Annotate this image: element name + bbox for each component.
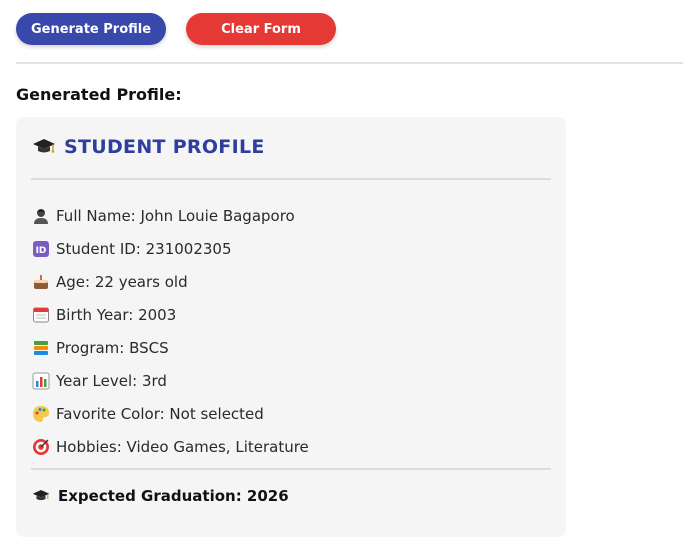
svg-text:ID: ID [36, 246, 47, 256]
profile-header: STUDENT PROFILE [32, 135, 265, 159]
profile-fields: Full Name: John Louie Bagaporo ID Studen… [32, 199, 309, 463]
profile-header-divider [31, 178, 551, 180]
field-year-level: Year Level: 3rd [32, 364, 309, 397]
field-text: Hobbies: Video Games, Literature [56, 437, 309, 456]
field-age: Age: 22 years old [32, 265, 309, 298]
field-text: Age: 22 years old [56, 272, 188, 291]
person-icon [32, 207, 50, 225]
bar-chart-icon [32, 372, 50, 390]
graduation-cap-icon [32, 487, 50, 505]
field-birth-year: Birth Year: 2003 [32, 298, 309, 331]
field-hobbies: Hobbies: Video Games, Literature [32, 430, 309, 463]
graduation-cap-icon [32, 135, 56, 159]
palette-icon [32, 405, 50, 423]
field-text: Full Name: John Louie Bagaporo [56, 206, 295, 225]
books-icon [32, 339, 50, 357]
toolbar: Generate Profile Clear Form [16, 13, 336, 45]
expected-graduation: Expected Graduation: 2026 [32, 487, 289, 505]
profile-footer-divider [31, 468, 551, 470]
clear-form-button[interactable]: Clear Form [186, 13, 336, 45]
profile-card: STUDENT PROFILE Full Name: John Louie Ba… [16, 117, 566, 537]
field-text: Favorite Color: Not selected [56, 404, 264, 423]
field-student-id: ID Student ID: 231002305 [32, 232, 309, 265]
field-text: Birth Year: 2003 [56, 305, 177, 324]
calendar-icon [32, 306, 50, 324]
target-icon [32, 438, 50, 456]
divider [16, 62, 683, 64]
id-badge-icon: ID [32, 240, 50, 258]
field-program: Program: BSCS [32, 331, 309, 364]
generate-profile-button[interactable]: Generate Profile [16, 13, 166, 45]
field-text: Student ID: 231002305 [56, 239, 232, 258]
section-title: Generated Profile: [16, 85, 182, 104]
field-text: Year Level: 3rd [56, 371, 167, 390]
field-text: Program: BSCS [56, 338, 169, 357]
graduation-text: Expected Graduation: 2026 [58, 487, 289, 505]
field-favorite-color: Favorite Color: Not selected [32, 397, 309, 430]
field-full-name: Full Name: John Louie Bagaporo [32, 199, 309, 232]
cake-icon [32, 273, 50, 291]
profile-title: STUDENT PROFILE [64, 136, 265, 158]
